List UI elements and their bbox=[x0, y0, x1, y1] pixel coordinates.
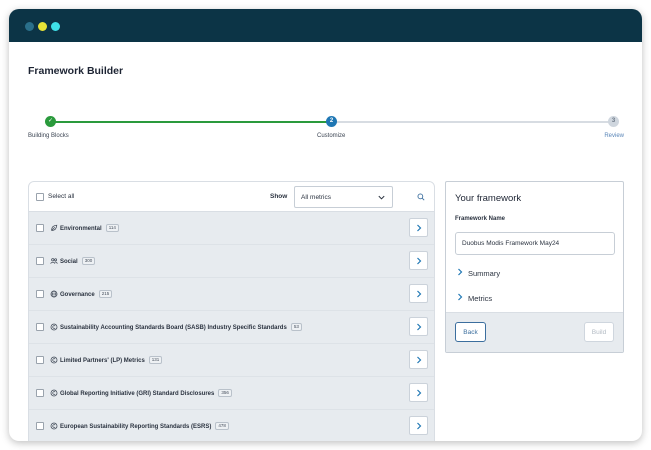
copyright-icon bbox=[50, 356, 58, 364]
chevron-right-icon bbox=[417, 323, 422, 331]
chevron-down-icon bbox=[378, 195, 385, 200]
expand-row-button[interactable] bbox=[409, 317, 428, 336]
stepper-track-complete bbox=[50, 121, 331, 123]
list-item: Sustainability Accounting Standards Boar… bbox=[29, 311, 434, 344]
app-window: Framework Builder ✓ 2 3 Building Blocks … bbox=[9, 9, 642, 441]
people-icon bbox=[50, 258, 58, 264]
copyright-icon bbox=[50, 389, 58, 397]
list-item-label: Governance 215 bbox=[60, 290, 113, 298]
expand-row-button[interactable] bbox=[409, 350, 428, 369]
block-rows: Environmental 114 Social 300 Governance 215… bbox=[29, 212, 434, 441]
stepper-track-pending bbox=[331, 121, 613, 123]
window-dot-icon[interactable] bbox=[51, 22, 60, 31]
chevron-right-icon bbox=[417, 356, 422, 364]
step-current-marker[interactable]: 2 bbox=[326, 116, 337, 127]
select-all-label[interactable]: Select all bbox=[48, 193, 74, 200]
metrics-filter-select[interactable]: All metrics bbox=[294, 186, 393, 208]
list-item: European Sustainability Reporting Standa… bbox=[29, 410, 434, 441]
summary-label: Summary bbox=[468, 269, 501, 278]
chevron-right-icon bbox=[417, 389, 422, 397]
expand-row-button[interactable] bbox=[409, 416, 428, 435]
metrics-label: Metrics bbox=[468, 294, 493, 303]
step-label-customize[interactable]: Customize bbox=[317, 133, 345, 139]
chevron-right-icon bbox=[458, 268, 463, 276]
chevron-right-icon bbox=[417, 257, 422, 265]
copyright-icon bbox=[50, 422, 58, 430]
progress-stepper: ✓ 2 3 Building Blocks Customize Review bbox=[28, 115, 624, 145]
window-dot-icon[interactable] bbox=[38, 22, 47, 31]
count-badge: 131 bbox=[148, 356, 163, 364]
list-item-label: Global Reporting Initiative (GRI) Standa… bbox=[60, 389, 232, 397]
list-item: Global Reporting Initiative (GRI) Standa… bbox=[29, 377, 434, 410]
row-checkbox[interactable] bbox=[36, 257, 44, 265]
row-checkbox[interactable] bbox=[36, 389, 44, 397]
summary-toggle[interactable]: Summary bbox=[456, 268, 500, 278]
list-item: Social 300 bbox=[29, 245, 434, 278]
expand-row-button[interactable] bbox=[409, 383, 428, 402]
count-badge: 300 bbox=[81, 257, 96, 265]
step-upcoming-marker[interactable]: 3 bbox=[608, 116, 619, 127]
count-badge: 478 bbox=[215, 422, 229, 430]
step-label-review[interactable]: Review bbox=[604, 133, 624, 139]
expand-row-button[interactable] bbox=[409, 251, 428, 270]
row-checkbox[interactable] bbox=[36, 290, 44, 298]
list-item: Limited Partners' (LP) Metrics 131 bbox=[29, 344, 434, 377]
window-dot-icon[interactable] bbox=[25, 22, 34, 31]
list-item-label: Social 300 bbox=[60, 257, 96, 265]
framework-panel-footer: Back Build bbox=[446, 312, 623, 352]
list-item-label: Limited Partners' (LP) Metrics 131 bbox=[60, 356, 163, 364]
back-button[interactable]: Back bbox=[455, 322, 486, 342]
copyright-icon bbox=[50, 323, 58, 331]
count-badge: 53 bbox=[290, 323, 302, 331]
leaf-icon bbox=[51, 224, 58, 231]
count-badge: 215 bbox=[98, 290, 113, 298]
count-badge: 356 bbox=[218, 389, 232, 397]
count-badge: 114 bbox=[105, 224, 119, 232]
list-item-label: Sustainability Accounting Standards Boar… bbox=[60, 323, 302, 331]
chevron-right-icon bbox=[417, 422, 422, 430]
list-toolbar: Select all Show All metrics bbox=[29, 182, 434, 212]
select-all-checkbox[interactable] bbox=[36, 193, 44, 201]
list-item-label: Environmental 114 bbox=[60, 224, 119, 232]
chevron-right-icon bbox=[458, 293, 463, 301]
framework-name-input[interactable] bbox=[455, 232, 615, 255]
expand-row-button[interactable] bbox=[409, 218, 428, 237]
framework-panel-title: Your framework bbox=[455, 193, 522, 204]
building-blocks-list: Select all Show All metrics Environmenta… bbox=[28, 181, 435, 441]
expand-row-button[interactable] bbox=[409, 284, 428, 303]
globe-icon bbox=[50, 290, 58, 298]
page-title: Framework Builder bbox=[28, 65, 124, 77]
metrics-filter-value: All metrics bbox=[301, 194, 331, 201]
build-button[interactable]: Build bbox=[584, 322, 614, 342]
row-checkbox[interactable] bbox=[36, 224, 44, 232]
list-item-label: European Sustainability Reporting Standa… bbox=[60, 422, 229, 430]
list-item: Environmental 114 bbox=[29, 212, 434, 245]
show-label: Show bbox=[270, 193, 288, 200]
chevron-right-icon bbox=[417, 224, 422, 232]
your-framework-panel: Your framework Framework Name Summary Me… bbox=[445, 181, 624, 353]
step-complete-check-icon[interactable]: ✓ bbox=[45, 116, 56, 127]
row-checkbox[interactable] bbox=[36, 323, 44, 331]
metrics-toggle[interactable]: Metrics bbox=[456, 293, 492, 303]
chevron-right-icon bbox=[417, 290, 422, 298]
row-checkbox[interactable] bbox=[36, 422, 44, 430]
step-label-building-blocks[interactable]: Building Blocks bbox=[28, 133, 69, 139]
window-titlebar bbox=[9, 9, 642, 42]
search-icon[interactable] bbox=[417, 193, 425, 201]
framework-name-label: Framework Name bbox=[455, 216, 506, 222]
list-item: Governance 215 bbox=[29, 278, 434, 311]
row-checkbox[interactable] bbox=[36, 356, 44, 364]
